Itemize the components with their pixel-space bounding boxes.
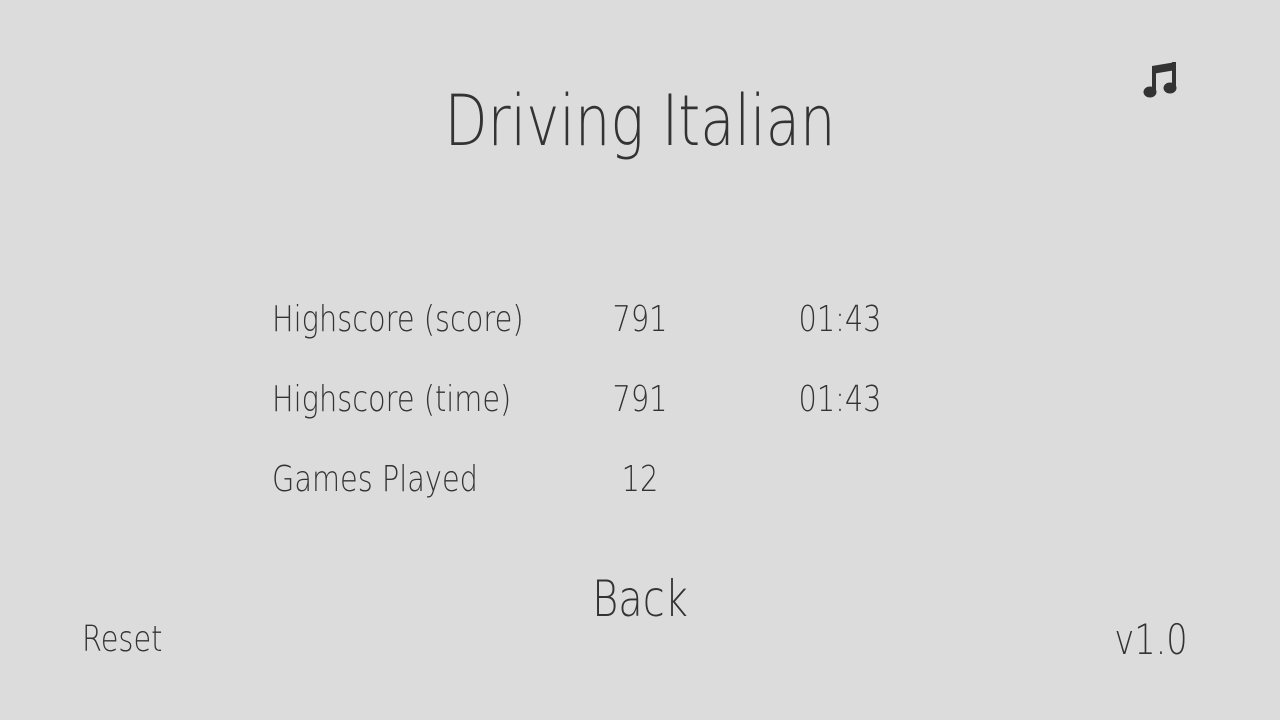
stat-time: 01:43 — [798, 299, 882, 340]
stat-row-games-played: Games Played 12 — [0, 456, 1280, 536]
stat-row-highscore-time: Highscore (time) 791 01:43 — [0, 376, 1280, 456]
stats-screen: Driving Italian Highscore (score) 791 01… — [0, 0, 1280, 720]
music-toggle-button[interactable] — [1140, 60, 1180, 104]
stat-label: Highscore (time) — [272, 379, 512, 420]
stat-row-highscore-score: Highscore (score) 791 01:43 — [0, 296, 1280, 376]
stats-table: Highscore (score) 791 01:43 Highscore (t… — [0, 296, 1280, 536]
back-button[interactable]: Back — [560, 568, 720, 630]
game-title: Driving Italian — [444, 80, 836, 162]
stat-value: 12 — [621, 459, 659, 500]
reset-button[interactable]: Reset — [82, 617, 162, 663]
stat-label: Games Played — [272, 459, 478, 500]
stat-label: Highscore (score) — [272, 299, 524, 340]
stat-value: 791 — [612, 379, 668, 420]
version-label: v1.0 — [1114, 615, 1188, 664]
stat-value: 791 — [612, 299, 668, 340]
stat-time: 01:43 — [798, 379, 882, 420]
music-note-icon — [1143, 62, 1177, 98]
